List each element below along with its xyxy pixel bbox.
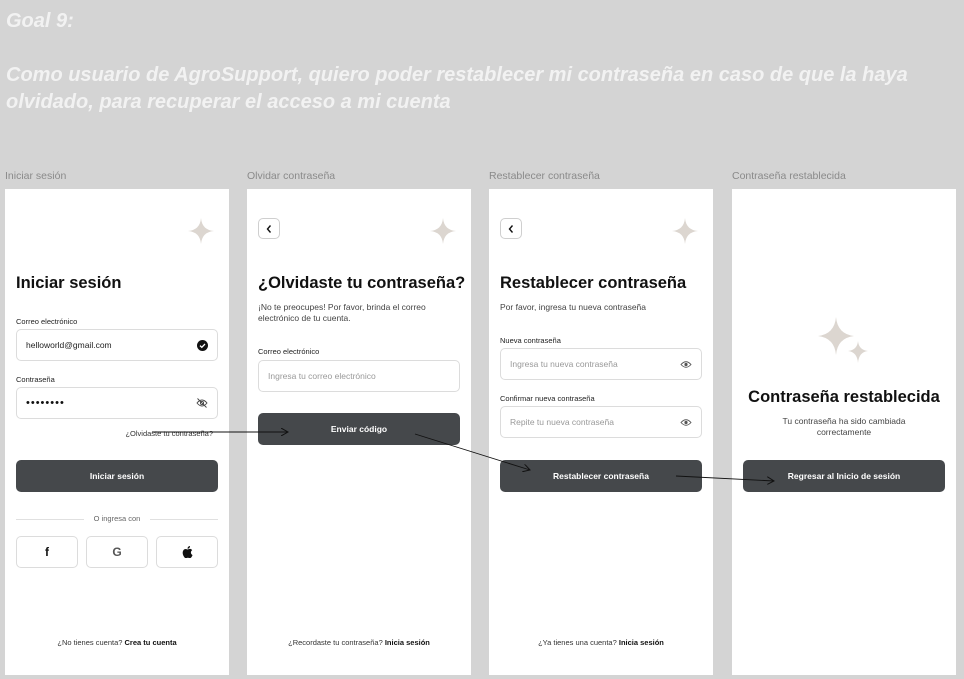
divider: O ingresa con <box>16 514 218 524</box>
success-title: Contraseña restablecida <box>748 388 940 406</box>
email-field[interactable]: Ingresa tu correo electrónico <box>258 360 460 392</box>
confirm-password-label: Confirmar nueva contraseña <box>500 394 595 403</box>
password-label: Contraseña <box>16 375 55 384</box>
login-prompt-text: ¿Recordaste tu contraseña? <box>288 638 383 647</box>
page-title: Restablecer contraseña <box>500 274 687 292</box>
login-screen: Iniciar sesión Correo electrónico hellow… <box>5 189 229 675</box>
login-link[interactable]: Inicia sesión <box>619 638 664 647</box>
facebook-button[interactable]: f <box>16 536 78 568</box>
frame-label-reset: Restablecer contraseña <box>489 170 600 182</box>
signup-prompt: ¿No tienes cuenta? Crea tu cuenta <box>5 638 229 647</box>
page-title: ¿Olvidaste tu contraseña? <box>258 274 466 292</box>
frame-label-forgot: Olvidar contraseña <box>247 170 336 182</box>
sparkle-icon <box>672 218 698 244</box>
confirm-password-field[interactable]: Repite tu nueva contraseña <box>500 406 702 438</box>
send-code-button[interactable]: Enviar código <box>258 413 460 445</box>
eye-icon[interactable] <box>680 358 692 370</box>
page-subtitle: Por favor, ingresa tu nueva contraseña <box>500 302 647 312</box>
password-field[interactable]: •••••••• <box>16 387 218 419</box>
forgot-screen: ¿Olvidaste tu contraseña? ¡No te preocup… <box>247 189 471 675</box>
success-message: Tu contraseña ha sido cambiada correctam… <box>782 416 906 437</box>
signup-text: ¿No tienes cuenta? <box>57 638 123 647</box>
email-label: Correo electrónico <box>258 347 320 356</box>
chevron-left-icon <box>508 224 514 233</box>
login-link[interactable]: Inicia sesión <box>385 638 430 647</box>
back-to-login-button[interactable]: Regresar al Inicio de sesión <box>743 460 945 492</box>
page-title: Iniciar sesión <box>16 274 122 292</box>
sparkle-icon <box>188 218 214 244</box>
forgot-password-link[interactable]: ¿Olvidaste tu contraseña? <box>125 429 213 438</box>
back-button[interactable] <box>258 218 280 239</box>
new-password-label: Nueva contraseña <box>500 336 561 345</box>
goal-description: Como usuario de AgroSupport, quiero pode… <box>6 64 908 113</box>
facebook-icon: f <box>45 545 49 559</box>
login-button[interactable]: Iniciar sesión <box>16 460 218 492</box>
back-button[interactable] <box>500 218 522 239</box>
email-value: helloworld@gmail.com <box>26 340 112 350</box>
frame-label-done: Contraseña restablecida <box>732 170 846 182</box>
new-password-placeholder: Ingresa tu nueva contraseña <box>510 359 618 369</box>
email-field[interactable]: helloworld@gmail.com <box>16 329 218 361</box>
apple-icon <box>182 546 192 558</box>
confirm-password-placeholder: Repite tu nueva contraseña <box>510 417 614 427</box>
check-circle-icon <box>196 339 208 351</box>
login-prompt: ¿Ya tienes una cuenta? Inicia sesión <box>489 638 713 647</box>
email-label: Correo electrónico <box>16 317 78 326</box>
reset-password-button[interactable]: Restablecer contraseña <box>500 460 702 492</box>
frame-label-login: Iniciar sesión <box>5 170 67 182</box>
google-icon: G <box>112 545 122 559</box>
sparkle-icon <box>430 218 456 244</box>
signup-link[interactable]: Crea tu cuenta <box>125 638 177 647</box>
chevron-left-icon <box>266 224 272 233</box>
password-value: •••••••• <box>26 397 65 409</box>
email-placeholder: Ingresa tu correo electrónico <box>268 371 376 381</box>
page-subtitle: ¡No te preocupes! Por favor, brinda el c… <box>258 302 426 323</box>
reset-screen: Restablecer contraseña Por favor, ingres… <box>489 189 713 675</box>
eye-icon[interactable] <box>680 416 692 428</box>
success-screen: Contraseña restablecida Tu contraseña ha… <box>732 189 956 675</box>
google-button[interactable]: G <box>86 536 148 568</box>
goal-title: Goal 9: <box>6 10 74 32</box>
login-prompt: ¿Recordaste tu contraseña? Inicia sesión <box>247 638 471 647</box>
apple-button[interactable] <box>156 536 218 568</box>
eye-off-icon[interactable] <box>196 397 208 409</box>
sparkles-icon <box>818 317 868 363</box>
new-password-field[interactable]: Ingresa tu nueva contraseña <box>500 348 702 380</box>
login-prompt-text: ¿Ya tienes una cuenta? <box>538 638 617 647</box>
divider-text: O ingresa con <box>93 514 141 523</box>
